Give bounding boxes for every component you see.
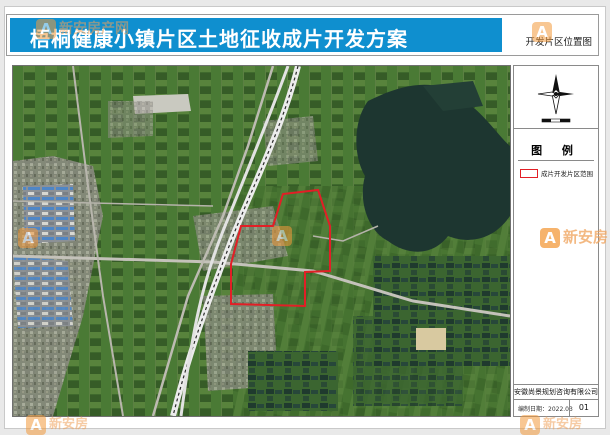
fish-ponds-south: [248, 351, 338, 411]
fish-ponds-southeast: [353, 316, 463, 406]
watermark-bottom-left: A 新安房: [26, 413, 88, 435]
construction-site: [416, 328, 446, 350]
boundary-swatch-icon: [520, 169, 538, 178]
industrial-zone-south: [13, 256, 73, 328]
north-arrow-icon: [537, 74, 574, 123]
legend-title: 图 例: [531, 144, 581, 157]
compass-box: [514, 66, 598, 129]
legend-divider: [518, 160, 594, 161]
village-northwest: [108, 101, 153, 138]
watermark-bottom-right: A 新安房: [520, 413, 582, 435]
watermark-center: A: [272, 226, 295, 246]
watermark-top-right: A: [532, 22, 555, 42]
organization-name: 安徽尚景规划咨询有限公司: [514, 384, 598, 399]
legend-item-boundary: 成片开发片区范围: [520, 167, 596, 179]
satellite-map[interactable]: [12, 65, 511, 417]
compile-date: 编制日期：2022.03: [518, 406, 573, 413]
legend-item-label: 成片开发片区范围: [541, 170, 593, 178]
watermark-right: A 新安房: [540, 226, 608, 248]
sheet-number: 01: [578, 403, 589, 412]
satellite-map-canvas: [13, 66, 510, 416]
watermark-left: A: [18, 228, 41, 248]
watermark-top-left: A 新安房产网: [36, 18, 129, 39]
